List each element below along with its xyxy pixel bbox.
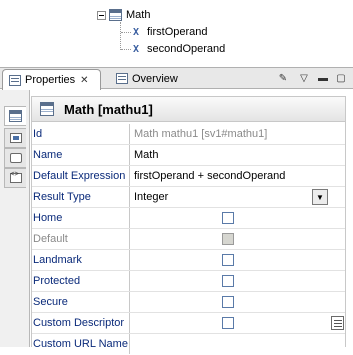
property-row-default-expression: Default Expression firstOperand + second… <box>31 166 346 187</box>
property-value <box>132 313 346 333</box>
tree-connector <box>120 22 121 50</box>
tree-item-math[interactable]: Math <box>97 7 150 23</box>
property-label: Protected <box>31 271 130 291</box>
property-label: Default Expression <box>31 166 130 186</box>
property-label: Name <box>31 145 130 165</box>
pin-icon[interactable]: ✎ <box>276 71 290 85</box>
close-icon[interactable]: ✕ <box>80 75 88 86</box>
default-expression-field[interactable]: firstOperand + secondOperand <box>132 166 346 186</box>
tab-label: Properties <box>25 74 76 86</box>
property-value <box>132 292 346 312</box>
property-label: Result Type <box>31 187 130 207</box>
tab-properties[interactable]: Properties ✕ <box>2 69 101 90</box>
property-label: Landmark <box>31 250 130 270</box>
view-tab-bar: Properties ✕ Overview ✎ ▽ ▬ ▢ <box>0 67 353 90</box>
landmark-checkbox[interactable] <box>222 254 234 266</box>
property-label: Home <box>31 208 130 228</box>
tree-item-secondoperand[interactable]: X secondOperand <box>133 41 225 57</box>
maximize-icon[interactable]: ▢ <box>334 71 348 85</box>
property-row-id: Id Math mathu1 [sv1#mathu1] <box>31 124 346 145</box>
secure-checkbox[interactable] <box>222 296 234 308</box>
overview-icon <box>116 73 128 84</box>
property-row-home: Home <box>31 208 346 229</box>
custom-descriptor-checkbox[interactable] <box>222 317 234 329</box>
chevron-down-icon[interactable]: ▼ <box>312 189 328 205</box>
tab-source[interactable] <box>4 168 26 188</box>
property-label: Id <box>31 124 130 144</box>
tab-comments[interactable] <box>4 148 26 168</box>
tree-item-label: firstOperand <box>147 26 208 38</box>
table-icon <box>40 102 54 116</box>
tree-item-firstoperand[interactable]: X firstOperand <box>133 24 208 40</box>
table-icon <box>9 110 22 122</box>
property-row-default: Default <box>31 229 346 250</box>
property-label: Custom Descriptor <box>31 313 130 333</box>
property-value: Math mathu1 [sv1#mathu1] <box>134 128 268 140</box>
name-field[interactable]: Math <box>132 145 346 165</box>
property-row-result-type: Result Type Integer ▼ <box>31 187 346 208</box>
tab-label: Overview <box>132 72 178 85</box>
property-label: Custom URL Name <box>31 334 130 354</box>
property-row-landmark: Landmark <box>31 250 346 271</box>
property-label: Secure <box>31 292 130 312</box>
code-icon <box>9 171 22 183</box>
properties-header: Math [mathu1] <box>31 96 346 122</box>
default-checkbox <box>222 233 234 245</box>
properties-icon <box>9 74 21 86</box>
tab-general[interactable] <box>4 106 26 126</box>
home-checkbox[interactable] <box>222 212 234 224</box>
property-value <box>132 208 346 228</box>
x-variable-icon: X <box>133 26 140 38</box>
property-value <box>132 229 346 249</box>
tree-connector <box>121 32 131 33</box>
tab-overview[interactable]: Overview <box>110 68 188 89</box>
property-row-secure: Secure <box>31 292 346 313</box>
tree-connector <box>121 49 131 50</box>
result-type-value: Integer <box>134 191 169 203</box>
property-row-protected: Protected <box>31 271 346 292</box>
property-label: Default <box>31 229 130 249</box>
custom-url-name-field[interactable] <box>132 334 346 354</box>
page-title: Math [mathu1] <box>64 101 153 117</box>
tree-item-label: secondOperand <box>147 43 226 55</box>
tree-item-label: Math <box>126 9 151 21</box>
protected-checkbox[interactable] <box>222 275 234 287</box>
table-icon <box>109 9 122 21</box>
property-row-custom-url-name: Custom URL Name <box>31 334 346 355</box>
outline-tree: Math X firstOperand X secondOperand <box>0 0 353 66</box>
x-variable-icon: X <box>133 43 140 55</box>
property-row-name: Name Math <box>31 145 346 166</box>
property-row-custom-descriptor: Custom Descriptor <box>31 313 346 334</box>
edit-icon[interactable] <box>331 316 344 330</box>
property-grid: Id Math mathu1 [sv1#mathu1] Name Math De… <box>31 124 346 354</box>
view-menu-icon[interactable]: ▽ <box>297 71 311 85</box>
minimize-icon[interactable]: ▬ <box>316 71 330 85</box>
property-value <box>132 250 346 270</box>
property-value <box>132 271 346 291</box>
property-page-tabs <box>0 90 30 347</box>
comment-icon <box>9 153 22 163</box>
tab-appearance[interactable] <box>4 128 26 148</box>
collapse-icon[interactable] <box>97 10 106 20</box>
monitor-icon <box>9 133 22 143</box>
